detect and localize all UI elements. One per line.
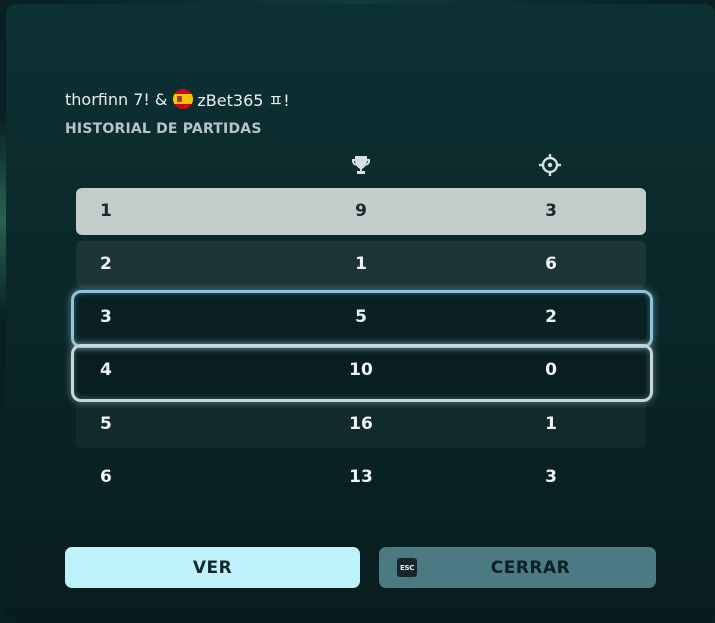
row-selection-outline: [71, 290, 653, 348]
crosshair-icon: [539, 154, 561, 176]
row-trophies: 13: [349, 467, 373, 487]
row-kills: 1: [545, 414, 557, 434]
cerrar-button-label: CERRAR: [490, 557, 571, 578]
spain-flag-icon: [173, 89, 194, 109]
row-index: 1: [100, 201, 112, 221]
row-trophies: 1: [355, 254, 367, 274]
player1-name: thorfinn 7! &: [65, 89, 168, 109]
row-index: 5: [100, 414, 112, 434]
row-index: 2: [100, 254, 112, 274]
row-trophies: 16: [349, 414, 373, 434]
table-row[interactable]: 1 9 3: [76, 188, 646, 235]
row-index: 6: [100, 467, 112, 487]
ver-button[interactable]: VER: [65, 547, 360, 588]
cerrar-button[interactable]: ESC CERRAR: [379, 547, 656, 588]
ver-button-label: VER: [192, 557, 233, 578]
row-trophies: 9: [355, 201, 367, 221]
row-kills: 6: [545, 254, 557, 274]
table-row[interactable]: 6 13 3: [76, 454, 646, 501]
player2-name: zBet365 ㅍ!: [197, 91, 290, 110]
row-kills: 3: [545, 467, 557, 487]
row-focus-outline: [71, 344, 653, 402]
table-row[interactable]: 2 1 6: [76, 241, 646, 288]
row-kills: 3: [545, 201, 557, 221]
page-title: HISTORIAL DE PARTIDAS: [65, 121, 262, 137]
match-title: thorfinn 7! & zBet365 ㅍ!: [65, 87, 290, 111]
esc-key-icon: ESC: [397, 558, 417, 577]
table-row[interactable]: 5 16 1: [76, 401, 646, 448]
trophy-icon: [352, 156, 370, 174]
